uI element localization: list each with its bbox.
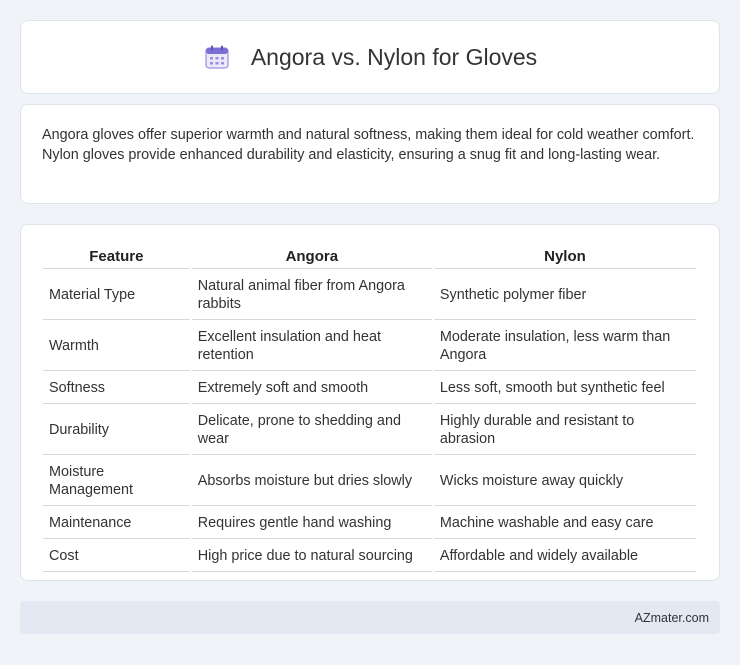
feature-cell: Softness: [43, 373, 190, 404]
page-title: Angora vs. Nylon for Gloves: [250, 43, 538, 70]
nylon-cell: Affordable and widely available: [433, 541, 696, 572]
nylon-cell: Moderate insulation, less warm than Ango…: [433, 322, 696, 371]
footer-brand[interactable]: AZmater.com: [635, 611, 709, 625]
feature-cell: Material Type: [43, 271, 190, 320]
table-header-row: Feature Angora Nylon: [43, 245, 696, 269]
angora-cell: Natural animal fiber from Angora rabbits: [191, 271, 432, 320]
table-row: Moisture Management Absorbs moisture but…: [43, 457, 696, 506]
angora-cell: High price due to natural sourcing: [191, 541, 432, 572]
table-row: Material Type Natural animal fiber from …: [43, 271, 696, 320]
nylon-cell: Wicks moisture away quickly: [433, 457, 696, 506]
intro-card: Angora gloves offer superior warmth and …: [20, 104, 720, 204]
title-wrap: Angora vs. Nylon for Gloves: [203, 43, 537, 71]
footer-bar: AZmater.com: [20, 601, 720, 634]
nylon-cell: Less soft, smooth but synthetic feel: [433, 373, 696, 404]
angora-cell: Absorbs moisture but dries slowly: [191, 457, 432, 506]
nylon-cell: Highly durable and resistant to abrasion: [433, 406, 696, 455]
header-angora: Angora: [191, 245, 432, 269]
angora-cell: Extremely soft and smooth: [191, 373, 432, 404]
nylon-cell: Machine washable and easy care: [433, 508, 696, 539]
angora-cell: Requires gentle hand washing: [191, 508, 432, 539]
nylon-cell: Synthetic polymer fiber: [433, 271, 696, 320]
feature-cell: Cost: [43, 541, 190, 572]
table-row: Warmth Excellent insulation and heat ret…: [43, 322, 696, 371]
comparison-card: Feature Angora Nylon Material Type Natur…: [20, 224, 720, 581]
feature-cell: Maintenance: [43, 508, 190, 539]
header-nylon: Nylon: [433, 245, 696, 269]
intro-text: Angora gloves offer superior warmth and …: [42, 127, 695, 163]
angora-cell: Delicate, prone to shedding and wear: [191, 406, 432, 455]
comparison-table: Feature Angora Nylon Material Type Natur…: [41, 243, 698, 574]
title-card: Angora vs. Nylon for Gloves: [20, 20, 720, 94]
feature-cell: Durability: [43, 406, 190, 455]
calendar-icon: [205, 45, 229, 69]
table-row: Durability Delicate, prone to shedding a…: [43, 406, 696, 455]
table-row: Cost High price due to natural sourcing …: [43, 541, 696, 572]
feature-cell: Warmth: [43, 322, 190, 371]
angora-cell: Excellent insulation and heat retention: [191, 322, 432, 371]
table-row: Maintenance Requires gentle hand washing…: [43, 508, 696, 539]
header-feature: Feature: [43, 245, 190, 269]
feature-cell: Moisture Management: [43, 457, 190, 506]
table-row: Softness Extremely soft and smooth Less …: [43, 373, 696, 404]
